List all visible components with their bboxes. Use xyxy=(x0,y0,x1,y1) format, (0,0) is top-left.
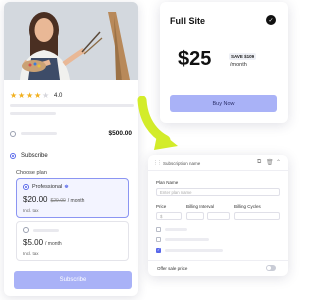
plan-name-placeholder xyxy=(33,228,59,232)
save-badge: SAVE $109 xyxy=(229,53,257,60)
offer-sale-price-toggle[interactable] xyxy=(266,265,276,271)
plan-tax-note: Incl. tax xyxy=(23,208,39,213)
full-site-plan-card[interactable]: Full Site ✓ $25 SAVE $109 /month Buy Now xyxy=(160,2,288,123)
product-photo xyxy=(4,2,138,80)
offer-sale-price-label: Offer sale price xyxy=(157,266,188,271)
billing-interval-label: Billing Interval xyxy=(186,204,215,209)
description-placeholder-line xyxy=(10,104,134,107)
subscription-editor-card: ⋮⋮ Subscription name ⧉ 🗑 ⌃ Plan Name Ent… xyxy=(148,155,288,276)
plan-price: $25 xyxy=(178,48,212,70)
plan-option-professional[interactable]: Professional ♚ $20.00 $29.00 / month Inc… xyxy=(16,178,129,218)
plan-price: $5.00 xyxy=(23,238,44,247)
subscription-header: ⋮⋮ Subscription name ⧉ 🗑 ⌃ xyxy=(148,155,288,171)
subscribe-option-label: Subscribe xyxy=(21,153,48,159)
rating-value: 4.0 xyxy=(54,92,63,99)
plan-period: / month xyxy=(67,198,85,204)
plan-price: $20.00 xyxy=(23,195,48,204)
crown-icon: ♚ xyxy=(64,184,69,190)
option-checkbox[interactable] xyxy=(156,237,161,242)
plan-radio[interactable] xyxy=(23,227,29,233)
plan-radio[interactable] xyxy=(23,184,29,190)
plan-period: / month xyxy=(45,241,62,247)
plan-old-price: $29.00 xyxy=(50,198,66,204)
product-card: ★ ★ ★ ★ ★ 4.0 $500.00 Subscribe Choose p… xyxy=(4,2,138,296)
one-time-option[interactable]: $500.00 xyxy=(10,130,132,137)
copy-icon[interactable]: ⧉ xyxy=(257,159,261,166)
star-icon: ★ xyxy=(26,91,34,100)
plan-option-basic[interactable]: $5.00 / month Incl. tax xyxy=(16,221,129,261)
star-empty-icon: ★ xyxy=(42,91,50,100)
billing-interval-unit-select[interactable] xyxy=(207,212,230,220)
one-time-price: $500.00 xyxy=(108,130,133,137)
chevron-up-icon[interactable]: ⌃ xyxy=(276,159,281,166)
drag-handle-icon[interactable]: ⋮⋮ xyxy=(153,160,162,166)
choose-plan-label: Choose plan xyxy=(16,170,47,176)
plan-name-label: Plan Name xyxy=(156,180,179,185)
billing-cycles-label: Billing Cycles xyxy=(234,204,261,209)
one-time-radio[interactable] xyxy=(10,130,16,137)
option-label-placeholder xyxy=(165,249,223,252)
option-label-placeholder xyxy=(21,132,57,135)
option-checkbox[interactable] xyxy=(156,227,161,232)
offer-sale-price-row: Offer sale price xyxy=(148,260,288,276)
description-placeholder-line xyxy=(10,112,56,115)
plan-title: Full Site xyxy=(170,16,206,26)
trash-icon[interactable]: 🗑 xyxy=(266,159,274,166)
price-label: Price xyxy=(156,204,167,209)
star-icon: ★ xyxy=(18,91,26,100)
option-checkbox-checked[interactable] xyxy=(156,247,161,253)
plan-tax-note: Incl. tax xyxy=(23,251,39,256)
check-icon: ✓ xyxy=(266,15,276,25)
subscribe-button[interactable]: Subscribe xyxy=(14,271,132,289)
subscribe-option[interactable]: Subscribe xyxy=(10,153,132,159)
option-label-placeholder xyxy=(165,238,209,241)
subscription-name: Subscription name xyxy=(163,161,201,166)
rating: ★ ★ ★ ★ ★ 4.0 xyxy=(10,91,62,100)
option-label-placeholder xyxy=(165,228,187,231)
price-input[interactable]: $ xyxy=(156,212,182,220)
plan-name: Professional xyxy=(32,184,63,190)
plan-period: /month xyxy=(230,62,247,68)
subscribe-radio[interactable] xyxy=(10,153,16,159)
buy-now-button[interactable]: Buy Now xyxy=(170,95,277,112)
star-icon: ★ xyxy=(34,91,42,100)
billing-cycles-input[interactable] xyxy=(234,212,280,220)
plan-name-input[interactable]: Enter plan name xyxy=(156,188,280,196)
star-icon: ★ xyxy=(10,91,18,100)
billing-interval-number-input[interactable] xyxy=(186,212,204,220)
